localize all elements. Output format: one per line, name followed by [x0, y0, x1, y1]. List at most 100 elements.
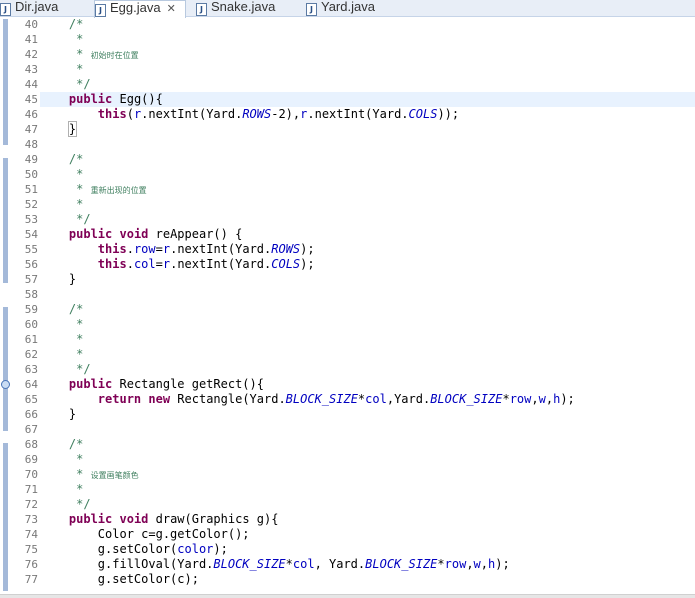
tab-egg-java[interactable]: J Egg.java ✕: [94, 0, 186, 18]
code-token: .nextInt(Yard.: [170, 257, 272, 271]
close-icon[interactable]: ✕: [167, 3, 176, 15]
code-line[interactable]: * 初始时在位置: [40, 47, 695, 62]
line-number: 64: [24, 378, 38, 391]
code-line[interactable]: Color c=g.getColor();: [40, 527, 695, 542]
code-line[interactable]: [40, 422, 695, 437]
code-line[interactable]: /*: [40, 437, 695, 452]
code-token: public: [68, 377, 113, 391]
code-line[interactable]: public void draw(Graphics g){: [40, 512, 695, 527]
code-token: COLS: [271, 257, 301, 271]
code-line[interactable]: *: [40, 332, 695, 347]
line-number: 63: [24, 363, 38, 376]
override-marker-icon[interactable]: [1, 380, 10, 389]
code-token: );: [213, 542, 228, 556]
code-token: *: [285, 557, 293, 571]
code-token: );: [300, 242, 315, 256]
code-line[interactable]: *: [40, 452, 695, 467]
code-line[interactable]: *: [40, 167, 695, 182]
code-text-area[interactable]: /* * * 初始时在位置 * */ public Egg(){ this(r.…: [40, 17, 695, 594]
code-token: this: [97, 257, 127, 271]
code-line[interactable]: */: [40, 77, 695, 92]
line-number: 58: [24, 288, 38, 301]
code-token: */: [40, 77, 91, 91]
code-line[interactable]: }: [40, 121, 695, 137]
folding-range-bar: [3, 19, 8, 145]
code-line[interactable]: * 设置画笔颜色: [40, 467, 695, 482]
code-line[interactable]: * 重新出现的位置: [40, 182, 695, 197]
code-token: (: [126, 107, 134, 121]
code-line[interactable]: }: [40, 272, 695, 287]
code-line[interactable]: this.col=r.nextInt(Yard.COLS);: [40, 257, 695, 272]
code-line[interactable]: public Egg(){: [40, 92, 695, 107]
code-line[interactable]: }: [40, 407, 695, 422]
line-number: 57: [24, 273, 38, 286]
code-line[interactable]: *: [40, 32, 695, 47]
code-line[interactable]: g.fillOval(Yard.BLOCK_SIZE*col, Yard.BLO…: [40, 557, 695, 572]
horizontal-scrollbar[interactable]: [0, 594, 695, 598]
code-line[interactable]: /*: [40, 152, 695, 167]
code-line[interactable]: /*: [40, 302, 695, 317]
tab-yard-java[interactable]: J Yard.java: [306, 0, 396, 16]
code-token: public: [68, 227, 113, 241]
code-editor[interactable]: 40 41 42 43 44 45 46 47 48 49 50 51 52 53 54 55 56 57 58 59…: [0, 17, 695, 594]
code-line[interactable]: /*: [40, 17, 695, 32]
code-line[interactable]: [40, 287, 695, 302]
line-number: 48: [24, 138, 38, 151]
line-number: 67: [24, 423, 38, 436]
code-token: 重新出现的位置: [90, 186, 147, 195]
tab-snake-java[interactable]: J Snake.java: [196, 0, 296, 16]
code-token: ROWS: [271, 242, 301, 256]
code-token: );: [300, 257, 315, 271]
code-line[interactable]: */: [40, 497, 695, 512]
line-number: 65: [24, 393, 38, 406]
code-line[interactable]: this.row=r.nextInt(Yard.ROWS);: [40, 242, 695, 257]
code-token: */: [40, 362, 91, 376]
code-token: *: [40, 347, 84, 361]
code-token: }: [40, 272, 77, 286]
code-token: public: [68, 92, 113, 106]
code-token: );: [495, 557, 510, 571]
code-line[interactable]: g.setColor(c);: [40, 572, 695, 587]
code-line[interactable]: *: [40, 62, 695, 77]
code-line[interactable]: public Rectangle getRect(){: [40, 377, 695, 392]
code-token: =: [155, 242, 163, 256]
code-token: w: [473, 557, 481, 571]
code-line[interactable]: */: [40, 362, 695, 377]
code-token: col: [365, 392, 387, 406]
tab-dir-java[interactable]: J Dir.java: [0, 0, 80, 16]
line-number: 60: [24, 318, 38, 331]
code-line[interactable]: this(r.nextInt(Yard.ROWS-2),r.nextInt(Ya…: [40, 107, 695, 122]
code-line[interactable]: *: [40, 197, 695, 212]
code-token: .nextInt(Yard.: [170, 242, 272, 256]
code-token: *: [40, 452, 84, 466]
code-token: public: [68, 512, 113, 526]
code-token: *: [40, 317, 84, 331]
code-line[interactable]: g.setColor(color);: [40, 542, 695, 557]
code-token: );: [560, 392, 575, 406]
code-line[interactable]: return new Rectangle(Yard.BLOCK_SIZE*col…: [40, 392, 695, 407]
code-token: BLOCK_SIZE: [365, 557, 438, 571]
line-number: 52: [24, 198, 38, 211]
line-number: 43: [24, 63, 38, 76]
line-number: 56: [24, 258, 38, 271]
code-line[interactable]: */: [40, 212, 695, 227]
code-line[interactable]: *: [40, 482, 695, 497]
code-token: row: [444, 557, 467, 571]
line-number: 42: [24, 48, 38, 61]
code-line[interactable]: [40, 137, 695, 152]
folding-range-bar: [3, 307, 8, 431]
code-token: row: [509, 392, 532, 406]
line-number: 69: [24, 453, 38, 466]
code-token: ,: [545, 392, 554, 406]
code-token: *: [437, 557, 445, 571]
code-token: 初始时在位置: [90, 51, 139, 60]
code-line[interactable]: public void reAppear() {: [40, 227, 695, 242]
code-line[interactable]: *: [40, 347, 695, 362]
code-line[interactable]: *: [40, 317, 695, 332]
